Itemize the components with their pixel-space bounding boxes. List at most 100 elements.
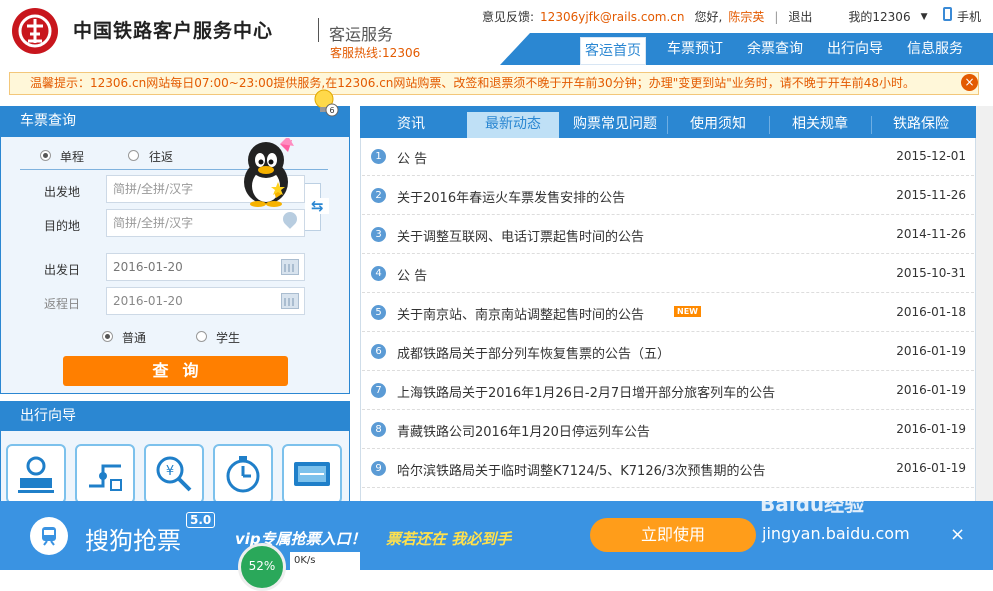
depart-date-label: 出发日 (44, 263, 81, 277)
news-date: 2016-01-19 (896, 344, 966, 358)
news-index: 3 (371, 227, 386, 242)
feedback-email-link[interactable]: 12306yjfk@rails.com.cn (540, 10, 684, 24)
news-title[interactable]: 成都铁路局关于部分列车恢复售票的公告（五） (397, 343, 670, 362)
divider (667, 116, 668, 134)
news-date: 2016-01-19 (896, 461, 966, 475)
speed-value: 0K/s (290, 552, 360, 570)
guide-station-tile[interactable] (6, 444, 66, 504)
news-title[interactable]: 关于调整互联网、电话订票起售时间的公告 (397, 226, 644, 245)
travel-guide-title: 出行向导 (0, 401, 350, 431)
news-item[interactable]: 6 成都铁路局关于部分列车恢复售票的公告（五） 2016-01-19 (362, 332, 974, 371)
svg-text:¥: ¥ (166, 464, 174, 479)
news-title[interactable]: 上海铁路局关于2016年1月26日-2月7日增开部分旅客列车的公告 (397, 382, 775, 401)
mobile-link[interactable]: 手机 (957, 8, 981, 25)
guide-price-tile[interactable]: ¥ (144, 444, 204, 504)
news-date: 2016-01-19 (896, 422, 966, 436)
baidu-watermark: Baidu经验 (760, 492, 865, 516)
guide-ticket-tile[interactable] (282, 444, 342, 504)
news-item[interactable]: 2 关于2016年春运火车票发售安排的公告 2015-11-26 (362, 176, 974, 215)
news-item[interactable]: 5 关于南京站、南京南站调整起售时间的公告 NEW 2016-01-18 (362, 293, 974, 332)
news-title[interactable]: 公 告 (397, 148, 427, 167)
hotline-text: 客服热线:12306 (330, 46, 421, 60)
nav-travel-guide[interactable]: 出行向导 (818, 33, 892, 65)
version-badge: 5.0 (186, 512, 216, 528)
news-index: 2 (371, 188, 386, 203)
news-item[interactable]: 8 青藏铁路公司2016年1月20日停运列车公告 2016-01-19 (362, 410, 974, 449)
lightbulb-icon[interactable]: 6 (312, 88, 340, 118)
from-label: 出发地 (44, 185, 81, 199)
news-title[interactable]: 哈尔滨铁路局关于临时调整K7124/5、K7126/3次预售期的公告 (397, 460, 766, 479)
nav-home[interactable]: 客运首页 (580, 37, 646, 65)
tab-notice[interactable]: 使用须知 (670, 112, 766, 138)
feedback-label: 意见反馈: (482, 10, 535, 24)
calendar-icon[interactable] (281, 259, 299, 275)
news-index: 4 (371, 266, 386, 281)
news-item[interactable]: 9 哈尔滨铁路局关于临时调整K7124/5、K7126/3次预售期的公告 201… (362, 449, 974, 488)
ticket-query-title: 车票查询 (0, 106, 350, 137)
swap-stations-icon[interactable]: ⇆ (311, 198, 329, 214)
watermark-url: jingyan.baidu.com (762, 524, 910, 543)
student-label: 学生 (216, 331, 241, 345)
news-date: 2014-11-26 (896, 227, 966, 241)
title-divider (318, 18, 319, 42)
mobile-icon[interactable] (943, 7, 952, 21)
news-item[interactable]: 4 公 告 2015-10-31 (362, 254, 974, 293)
logout-link[interactable]: 退出 (788, 8, 812, 25)
one-way-label: 单程 (60, 150, 85, 164)
news-item[interactable]: 3 关于调整互联网、电话订票起售时间的公告 2014-11-26 (362, 215, 974, 254)
train-icon (30, 517, 68, 555)
speed-percent: 52% (238, 543, 286, 591)
nav-info-service[interactable]: 信息服务 (898, 33, 972, 65)
time-icon (226, 456, 260, 493)
news-title[interactable]: 公 告 (397, 265, 427, 284)
news-index: 5 (371, 305, 386, 320)
divider: | (774, 9, 779, 24)
tab-regulations[interactable]: 相关规章 (772, 112, 868, 138)
chevron-down-icon[interactable]: ▼ (921, 12, 928, 22)
depart-date-input[interactable]: 2016-01-20 (106, 253, 305, 281)
adult-label: 普通 (122, 331, 147, 345)
return-date-input[interactable]: 2016-01-20 (106, 287, 305, 315)
qq-penguin-icon[interactable] (236, 138, 300, 208)
news-title[interactable]: 关于2016年春运火车票发售安排的公告 (397, 187, 625, 206)
price-search-icon: ¥ (156, 456, 192, 492)
tab-news[interactable]: 资讯 (366, 112, 456, 138)
to-label: 目的地 (44, 219, 81, 233)
my-account-menu[interactable]: 我的12306 (848, 8, 910, 25)
divider (769, 116, 770, 134)
nav-remaining-tickets[interactable]: 余票查询 (738, 33, 812, 65)
news-title[interactable]: 青藏铁路公司2016年1月20日停运列车公告 (397, 421, 650, 440)
radio-one-way[interactable] (40, 150, 51, 161)
news-index: 6 (371, 344, 386, 359)
nav-ticket-booking[interactable]: 车票预订 (658, 33, 732, 65)
sogou-title: 搜狗抢票 (85, 527, 181, 555)
railway-logo[interactable] (12, 8, 58, 54)
tab-latest[interactable]: 最新动态 (467, 112, 559, 138)
guide-time-tile[interactable] (213, 444, 273, 504)
tab-faq[interactable]: 购票常见问题 (566, 112, 664, 138)
calendar-icon[interactable] (281, 293, 299, 309)
bulb-count: 6 (329, 106, 334, 115)
to-station-input[interactable]: 简拼/全拼/汉字 (106, 209, 305, 237)
radio-round-trip[interactable] (128, 150, 139, 161)
scrollbar[interactable] (976, 106, 993, 506)
close-icon[interactable]: × (961, 74, 978, 91)
news-item[interactable]: 1 公 告 2015-12-01 (362, 137, 974, 176)
guide-route-tile[interactable] (75, 444, 135, 504)
news-index: 7 (371, 383, 386, 398)
new-badge: NEW (674, 306, 701, 317)
tab-insurance[interactable]: 铁路保险 (874, 112, 968, 138)
news-date: 2016-01-19 (896, 383, 966, 397)
use-now-button[interactable]: 立即使用 (590, 518, 756, 552)
site-title: 中国铁路客户服务中心 (73, 20, 274, 42)
query-button[interactable]: 查询 (63, 356, 288, 386)
radio-student[interactable] (196, 331, 207, 342)
radio-adult[interactable] (102, 331, 113, 342)
news-index: 9 (371, 461, 386, 476)
news-date: 2015-11-26 (896, 188, 966, 202)
user-name-link[interactable]: 陈宗英 (728, 8, 764, 25)
close-icon[interactable]: × (950, 524, 965, 545)
news-title[interactable]: 关于南京站、南京南站调整起售时间的公告 (397, 304, 644, 323)
news-item[interactable]: 7 上海铁路局关于2016年1月26日-2月7日增开部分旅客列车的公告 2016… (362, 371, 974, 410)
news-date: 2015-12-01 (896, 149, 966, 163)
